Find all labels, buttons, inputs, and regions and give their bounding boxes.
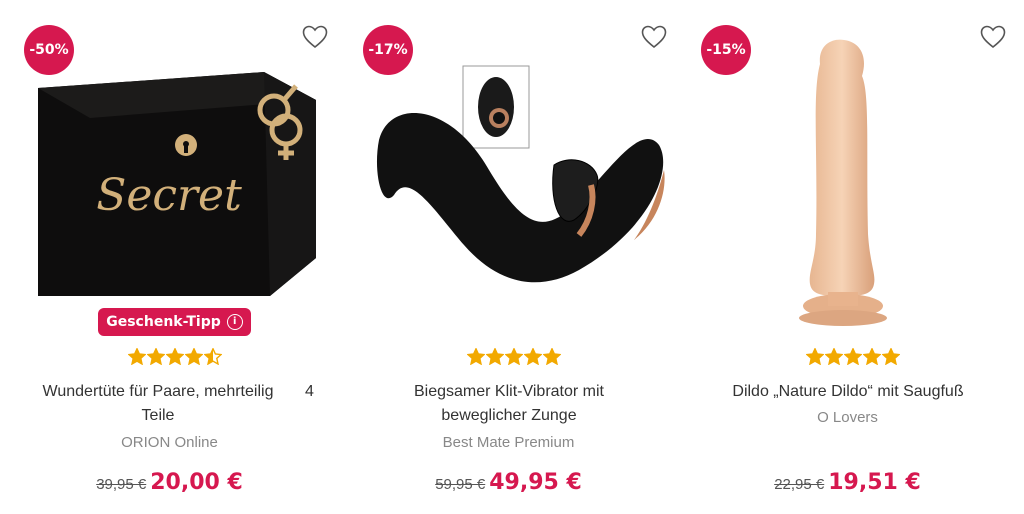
heart-icon[interactable] [641,25,667,49]
star-icon [505,348,523,365]
price-row: 59,95 € 49,95 € [339,470,678,495]
product-image[interactable] [788,34,898,329]
star-icon [128,348,146,365]
old-price: 22,95 € [774,476,825,493]
star-icon [825,348,843,365]
product-image[interactable] [369,60,669,305]
product-image[interactable]: Secret [34,60,318,305]
sale-price: 20,00 € [150,470,243,495]
rating-stars [467,348,561,365]
product-grid: -50% Secret Geschenk-Tipp i Wundertüte f… [0,0,1024,514]
variant-count: 4 [305,383,314,400]
sale-price: 19,51 € [828,470,921,495]
product-title[interactable]: Dildo „Nature Dildo“ mit Saugfuß [698,380,998,404]
rating-stars [128,348,222,365]
image-logo-text: Secret [96,170,242,221]
star-icon [524,348,542,365]
star-icon [204,348,222,365]
product-title[interactable]: Biegsamer Klit-Vibrator mit beweglicher … [399,380,619,428]
star-icon [543,348,561,365]
product-card[interactable]: -15% Dildo „Nature Dildo“ mit Saugfuß O … [678,0,1017,514]
star-icon [844,348,862,365]
brand-name: Best Mate Premium [442,434,575,451]
old-price: 59,95 € [435,476,486,493]
star-icon [185,348,203,365]
info-icon: i [226,314,243,330]
brand-name: ORION Online [121,434,218,451]
star-icon [882,348,900,365]
star-icon [147,348,165,365]
star-icon [467,348,485,365]
product-title[interactable]: Wundertüte für Paare, mehrteilig Teile [28,380,288,428]
star-icon [806,348,824,365]
star-icon [166,348,184,365]
discount-badge: -15% [701,25,751,75]
old-price: 39,95 € [96,476,147,493]
price-row: 39,95 € 20,00 € [0,470,339,495]
product-card[interactable]: -17% Biegsamer Klit-Vibrator mit bewegli… [339,0,678,514]
heart-icon[interactable] [302,25,328,49]
product-card[interactable]: -50% Secret Geschenk-Tipp i Wundertüte f… [0,0,339,514]
star-icon [863,348,881,365]
sale-price: 49,95 € [489,470,582,495]
rating-stars [806,348,900,365]
star-icon [486,348,504,365]
heart-icon[interactable] [980,25,1006,49]
price-row: 22,95 € 19,51 € [678,470,1017,495]
brand-name: O Lovers [817,409,878,426]
gift-tip-badge[interactable]: Geschenk-Tipp i [98,308,251,336]
gift-tip-label: Geschenk-Tipp [106,314,221,330]
